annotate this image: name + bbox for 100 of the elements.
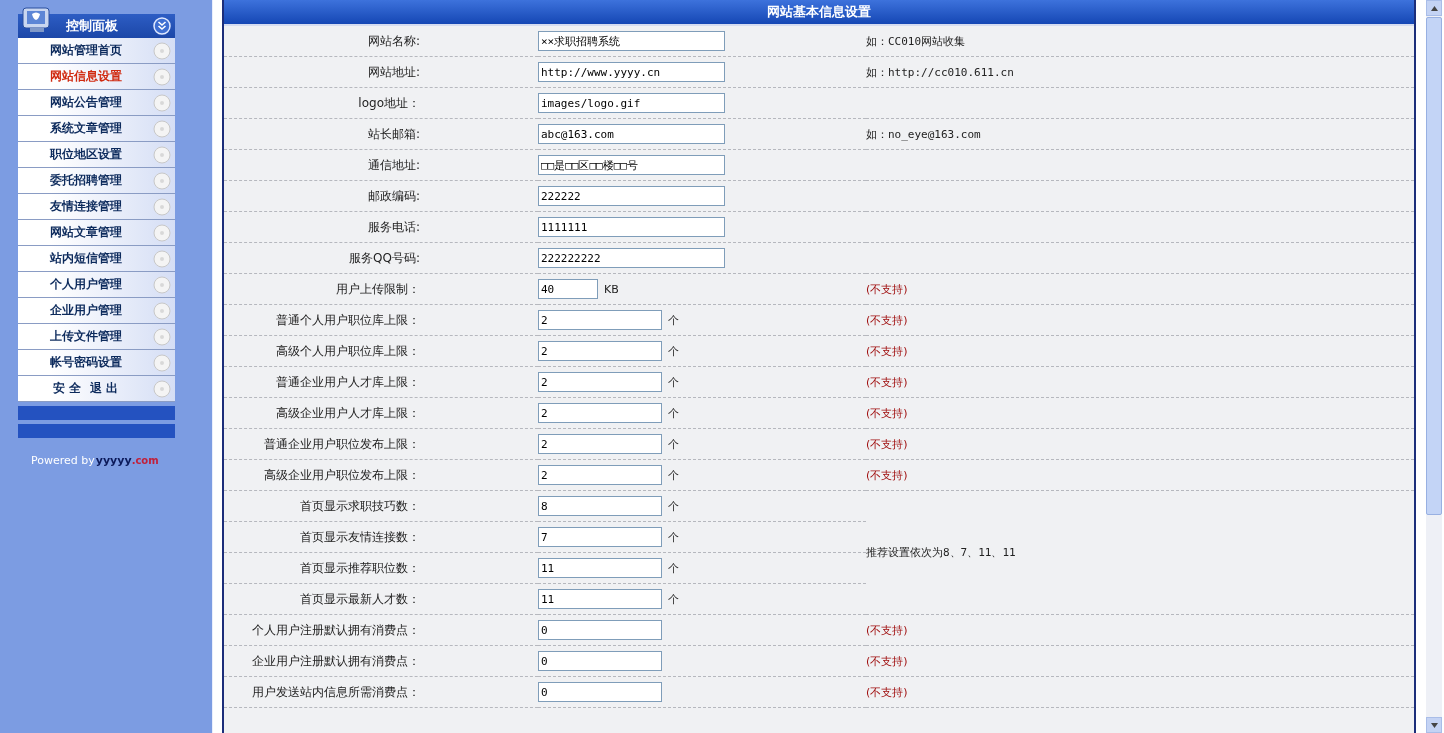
hint-text: 如：CC010网站收集 <box>866 34 966 48</box>
unit-label: 个 <box>668 592 679 606</box>
circle-icon <box>153 327 171 346</box>
circle-icon <box>153 249 171 268</box>
field-label: 服务QQ号码: <box>348 249 420 267</box>
unit-label: 个 <box>668 406 679 420</box>
input-field[interactable]: 2 <box>538 372 662 392</box>
hint-text: 如：http://cc010.611.cn <box>866 65 1014 79</box>
sidebar-item[interactable]: 职位地区设置 <box>18 142 175 168</box>
field-label: 首页显示友情连接数： <box>299 528 420 546</box>
input-field[interactable]: 11 <box>538 558 662 578</box>
scroll-down-icon[interactable] <box>1426 717 1442 733</box>
field-label: 用户发送站内信息所需消费点： <box>251 683 420 701</box>
input-field[interactable]: 0 <box>538 682 662 702</box>
circle-icon <box>153 119 171 138</box>
scroll-up-icon[interactable] <box>1426 0 1442 16</box>
field-label: logo地址： <box>357 94 420 112</box>
unsupported-note: (不支持) <box>866 406 908 420</box>
field-label: 站长邮箱: <box>366 125 420 143</box>
sidebar-item[interactable]: 网站文章管理 <box>18 220 175 246</box>
sidebar-item[interactable]: 站内短信管理 <box>18 246 175 272</box>
input-field[interactable]: 2 <box>538 403 662 423</box>
unit-label: 个 <box>668 499 679 513</box>
circle-icon <box>153 353 171 372</box>
scroll-thumb[interactable] <box>1426 17 1442 515</box>
field-label: 用户上传限制： <box>335 280 420 298</box>
circle-icon <box>153 67 171 86</box>
circle-icon <box>153 145 171 164</box>
input-field[interactable]: 222222222 <box>538 248 725 268</box>
circle-icon <box>153 93 171 112</box>
hint-text: 推荐设置依次为8、7、11、11 <box>866 546 1016 559</box>
input-field[interactable]: 0 <box>538 651 662 671</box>
unsupported-note: (不支持) <box>866 313 908 327</box>
field-label: 首页显示推荐职位数： <box>299 559 420 577</box>
input-field[interactable]: 2 <box>538 465 662 485</box>
unsupported-note: (不支持) <box>866 654 908 668</box>
unit-label: 个 <box>668 375 679 389</box>
sidebar-item[interactable]: 网站公告管理 <box>18 90 175 116</box>
unit-label: 个 <box>668 468 679 482</box>
field-label: 服务电话: <box>366 218 420 236</box>
field-label: 通信地址: <box>366 156 420 174</box>
input-field[interactable]: 2 <box>538 310 662 330</box>
sidebar-item[interactable]: 友情连接管理 <box>18 194 175 220</box>
circle-icon <box>153 275 171 294</box>
input-field[interactable]: 7 <box>538 527 662 547</box>
circle-icon <box>153 301 171 320</box>
unit-label: 个 <box>668 313 679 327</box>
input-field[interactable]: 222222 <box>538 186 725 206</box>
field-label: 高级个人用户职位库上限： <box>275 342 420 360</box>
unit-label: 个 <box>668 344 679 358</box>
input-field[interactable]: images/logo.gif <box>538 93 725 113</box>
unsupported-note: (不支持) <box>866 623 908 637</box>
sidebar-item[interactable]: 企业用户管理 <box>18 298 175 324</box>
unsupported-note: (不支持) <box>866 685 908 699</box>
field-label: 网站地址: <box>366 63 420 81</box>
circle-icon <box>153 223 171 242</box>
panel-title: 网站基本信息设置 <box>224 0 1414 26</box>
sidebar-item[interactable]: 网站管理首页 <box>18 38 175 64</box>
sidebar-item[interactable]: 系统文章管理 <box>18 116 175 142</box>
circle-icon <box>153 379 171 398</box>
sidebar-item[interactable]: 帐号密码设置 <box>18 350 175 376</box>
field-label: 普通企业用户职位发布上限： <box>263 435 420 453</box>
brand-logo[interactable]: yyyyy.com <box>95 454 159 467</box>
circle-icon <box>153 197 171 216</box>
sidebar-item[interactable]: 委托招聘管理 <box>18 168 175 194</box>
input-field[interactable]: 0 <box>538 620 662 640</box>
unit-label: KB <box>604 282 619 296</box>
field-label: 个人用户注册默认拥有消费点： <box>251 621 420 639</box>
input-field[interactable]: 2 <box>538 341 662 361</box>
unit-label: 个 <box>668 561 679 575</box>
input-field[interactable]: ××求职招聘系统 <box>538 31 725 51</box>
sidebar-item[interactable]: 网站信息设置 <box>18 64 175 90</box>
field-label: 邮政编码: <box>366 187 420 205</box>
circle-icon <box>153 41 171 60</box>
unsupported-note: (不支持) <box>866 375 908 389</box>
unsupported-note: (不支持) <box>866 468 908 482</box>
circle-icon <box>153 171 171 190</box>
input-field[interactable]: □□是□□区□□楼□□号 <box>538 155 725 175</box>
unit-label: 个 <box>668 437 679 451</box>
field-label: 首页显示求职技巧数： <box>299 497 420 515</box>
input-field[interactable]: 40 <box>538 279 598 299</box>
powered-by-text: Powered by <box>31 454 95 467</box>
input-field[interactable]: 11 <box>538 589 662 609</box>
input-field[interactable]: http://www.yyyy.cn <box>538 62 725 82</box>
input-field[interactable]: abc@163.com <box>538 124 725 144</box>
field-label: 企业用户注册默认拥有消费点： <box>251 652 420 670</box>
input-field[interactable]: 1111111 <box>538 217 725 237</box>
field-label: 普通企业用户人才库上限： <box>275 373 420 391</box>
input-field[interactable]: 8 <box>538 496 662 516</box>
scrollbar[interactable] <box>1426 0 1442 733</box>
unsupported-note: (不支持) <box>866 437 908 451</box>
unit-label: 个 <box>668 530 679 544</box>
sidebar-item[interactable]: 安 全 退 出 <box>18 376 175 402</box>
sidebar-title: 控制面板 <box>66 17 119 35</box>
unsupported-note: (不支持) <box>866 282 908 296</box>
input-field[interactable]: 2 <box>538 434 662 454</box>
collapse-icon[interactable] <box>153 17 171 35</box>
sidebar-item[interactable]: 上传文件管理 <box>18 324 175 350</box>
sidebar-item[interactable]: 个人用户管理 <box>18 272 175 298</box>
unsupported-note: (不支持) <box>866 344 908 358</box>
